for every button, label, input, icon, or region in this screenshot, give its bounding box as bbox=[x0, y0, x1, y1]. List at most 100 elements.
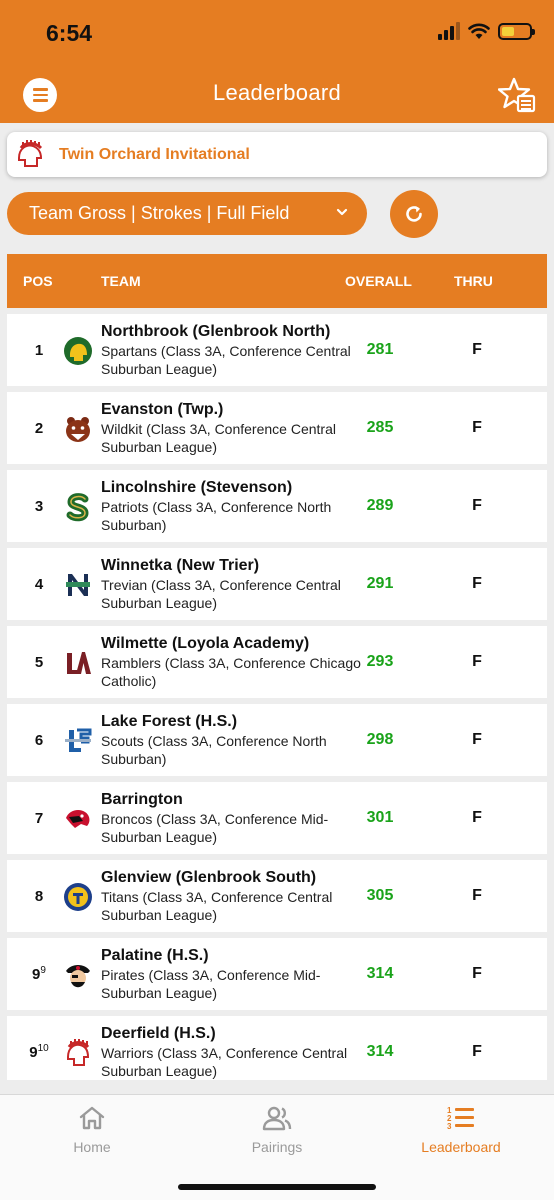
battery-icon bbox=[498, 22, 535, 40]
la-logo-icon bbox=[67, 652, 91, 674]
home-icon bbox=[79, 1106, 105, 1130]
wildkit-logo-icon bbox=[66, 417, 90, 442]
table-row[interactable]: 7 Barrington Broncos (Class 3A, Conferenc… bbox=[7, 782, 547, 854]
cell-signal-icon bbox=[438, 22, 460, 40]
tournament-banner[interactable]: Twin Orchard Invitational bbox=[7, 132, 547, 177]
team-name: Barrington bbox=[101, 791, 183, 808]
overall-score: 314 bbox=[366, 1043, 394, 1060]
table-row[interactable]: 5 Wilmette (Loyola Academy) Ramblers (Cla… bbox=[7, 626, 547, 698]
table-row[interactable]: 4 Winnetka (New Trier) Trevian (Class 3A,… bbox=[7, 548, 547, 620]
thru-value: F bbox=[472, 809, 482, 826]
thru-value: F bbox=[472, 575, 482, 592]
chevron-down-icon bbox=[336, 208, 348, 216]
team-name: Northbrook (Glenbrook North) bbox=[101, 323, 331, 340]
leaderboard-list-icon: 1 2 3 bbox=[447, 1106, 474, 1131]
thru-value: F bbox=[472, 653, 482, 670]
overall-score: 281 bbox=[366, 341, 394, 358]
team-subtitle: Warriors (Class 3A, Conference Central S… bbox=[101, 1045, 348, 1079]
row-pos: 4 bbox=[34, 576, 44, 593]
tab-pairings-label: Pairings bbox=[251, 1139, 303, 1155]
team-name: Lincolnshire (Stevenson) bbox=[101, 479, 293, 496]
team-name: Lake Forest (H.S.) bbox=[101, 713, 238, 730]
overall-score: 314 bbox=[366, 965, 394, 982]
titan-logo-icon bbox=[64, 883, 92, 911]
overall-score: 285 bbox=[366, 419, 394, 436]
row-pos: 7 bbox=[34, 810, 44, 827]
table-row[interactable]: 8 Glenview (Glenbrook South) Titans (Clas… bbox=[7, 860, 547, 932]
row-pos: 2 bbox=[34, 420, 44, 437]
team-name: Evanston (Twp.) bbox=[101, 401, 224, 418]
warrior-logo-icon bbox=[67, 1039, 90, 1066]
tab-leaderboard[interactable]: 1 2 3 Leaderboard bbox=[369, 1105, 553, 1155]
table-row[interactable]: 2 Evanston (Twp.) Wildkit (Class 3A, Conf… bbox=[7, 392, 547, 464]
team-subtitle: Titans (Class 3A, Conference Central Sub… bbox=[101, 889, 333, 923]
team-name: Palatine (H.S.) bbox=[101, 947, 209, 964]
app-header: 6:54 Leaderboard bbox=[0, 0, 554, 123]
tab-leaderboard-label: Leaderboard bbox=[421, 1139, 501, 1155]
refresh-button[interactable] bbox=[390, 190, 438, 238]
status-time: 6:54 bbox=[46, 20, 93, 46]
team-subtitle: Patriots (Class 3A, Conference North Sub… bbox=[101, 499, 332, 533]
col-pos-header: POS bbox=[23, 273, 53, 289]
team-name: Winnetka (New Trier) bbox=[101, 557, 260, 574]
overall-score: 289 bbox=[366, 497, 394, 514]
thru-value: F bbox=[472, 497, 482, 514]
overall-score: 301 bbox=[366, 809, 394, 826]
row-pos: 1 bbox=[34, 342, 44, 359]
team-subtitle: Broncos (Class 3A, Conference Mid-Suburb… bbox=[101, 811, 329, 845]
team-subtitle: Ramblers (Class 3A, Conference Chicago C… bbox=[101, 655, 361, 689]
table-row[interactable]: 99 Palatine (H.S.) Pirates (Class 3A, Con… bbox=[7, 938, 547, 1010]
team-subtitle: Pirates (Class 3A, Conference Mid-Suburb… bbox=[101, 967, 321, 1001]
tab-home-label: Home bbox=[73, 1139, 111, 1155]
svg-text:3: 3 bbox=[447, 1122, 452, 1131]
thru-value: F bbox=[472, 341, 482, 358]
table-row[interactable]: 1 Northbrook (Glenbrook North) Spartans (… bbox=[7, 314, 547, 386]
refresh-icon bbox=[406, 206, 422, 222]
scoring-filter-dropdown[interactable]: Team Gross | Strokes | Full Field bbox=[7, 192, 367, 235]
spartan-helmet-icon bbox=[18, 139, 43, 167]
tournament-name: Twin Orchard Invitational bbox=[59, 145, 250, 163]
home-indicator bbox=[178, 1184, 376, 1190]
team-subtitle: Trevian (Class 3A, Conference Central Su… bbox=[101, 577, 341, 611]
filter-label: Team Gross | Strokes | Full Field bbox=[29, 203, 290, 223]
lf-logo-icon bbox=[65, 728, 92, 752]
leaderboard-list: 1 Northbrook (Glenbrook North) Spartans (… bbox=[7, 314, 547, 1080]
overall-score: 305 bbox=[366, 887, 394, 904]
row-pos: 3 bbox=[34, 498, 44, 515]
row-pos: 8 bbox=[34, 888, 44, 905]
team-subtitle: Wildkit (Class 3A, Conference Central Su… bbox=[101, 421, 336, 455]
table-row[interactable]: 910 Deerfield (H.S.) Warriors (Class 3A, … bbox=[7, 1016, 547, 1080]
team-subtitle: Spartans (Class 3A, Conference Central S… bbox=[101, 343, 351, 377]
thru-value: F bbox=[472, 887, 482, 904]
spartan-logo-icon bbox=[64, 337, 92, 365]
col-thru-header: THRU bbox=[454, 273, 493, 289]
row-pos: 99 bbox=[32, 965, 46, 983]
team-name: Glenview (Glenbrook South) bbox=[101, 869, 317, 886]
thru-value: F bbox=[472, 965, 482, 982]
row-pos: 910 bbox=[29, 1043, 49, 1061]
tab-pairings[interactable]: Pairings bbox=[185, 1105, 369, 1155]
thru-value: F bbox=[472, 731, 482, 748]
thru-value: F bbox=[472, 419, 482, 436]
table-row[interactable]: 6 Lake Forest (H.S.) Scouts (Class 3A, Co… bbox=[7, 704, 547, 776]
overall-score: 291 bbox=[366, 575, 394, 592]
nt-logo-icon bbox=[66, 574, 90, 596]
thru-value: F bbox=[472, 1043, 482, 1060]
leaderboard-header: POS TEAM OVERALL THRU bbox=[7, 254, 547, 308]
pirate-logo-icon bbox=[66, 965, 90, 988]
page-title: Leaderboard bbox=[212, 80, 342, 105]
overall-score: 293 bbox=[366, 653, 394, 670]
team-subtitle: Scouts (Class 3A, Conference North Subur… bbox=[101, 733, 327, 767]
team-name: Deerfield (H.S.) bbox=[101, 1025, 216, 1042]
overall-score: 298 bbox=[366, 731, 394, 748]
col-team-header: TEAM bbox=[101, 273, 141, 289]
table-row[interactable]: 3 Lincolnshire (Stevenson) Patriots (Clas… bbox=[7, 470, 547, 542]
col-overall-header: OVERALL bbox=[345, 273, 412, 289]
tab-home[interactable]: Home bbox=[0, 1105, 184, 1155]
favorites-star-list-icon[interactable] bbox=[498, 76, 536, 114]
people-icon bbox=[262, 1106, 292, 1131]
wifi-icon bbox=[468, 23, 490, 39]
status-icons bbox=[438, 22, 535, 40]
s-logo-icon bbox=[66, 493, 89, 522]
row-pos: 5 bbox=[34, 654, 44, 671]
